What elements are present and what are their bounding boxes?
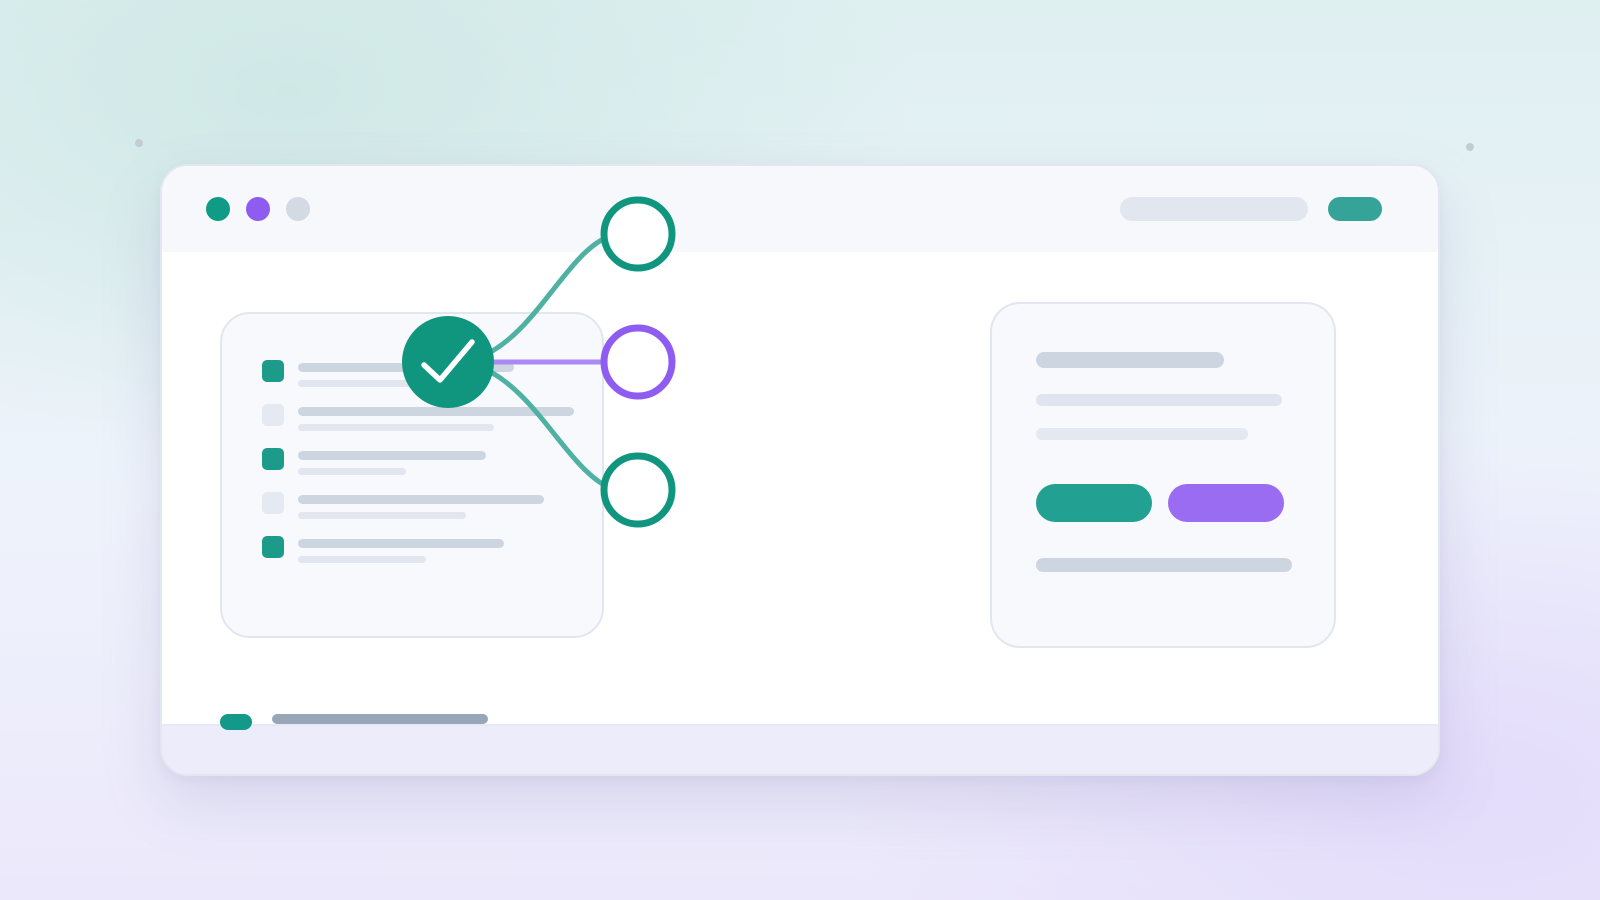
target-node-top[interactable] [600,196,676,272]
connector-top [475,233,613,361]
connector-bottom [475,363,613,491]
background-dot-left [135,139,143,147]
target-node-middle[interactable] [600,324,676,400]
flow-diagram [402,196,676,528]
source-node-circle [402,316,494,408]
background-dot-right [1466,143,1474,151]
source-node[interactable] [402,316,494,408]
app-window [160,164,1440,776]
target-node-bottom[interactable] [600,452,676,528]
